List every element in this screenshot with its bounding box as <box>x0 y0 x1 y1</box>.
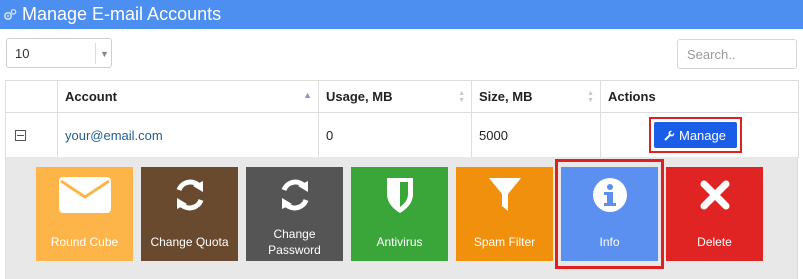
header-expand <box>5 80 58 113</box>
tile-label: Change Quota <box>150 235 229 249</box>
shield-icon <box>351 167 448 223</box>
tile-label: Delete <box>697 235 732 249</box>
refresh-icon <box>141 167 238 223</box>
header-account[interactable]: Account ▲ <box>57 80 319 113</box>
page-size-value: 10 <box>15 46 30 61</box>
antivirus-tile[interactable]: Antivirus <box>351 167 448 261</box>
header-usage-label: Usage, MB <box>326 89 393 104</box>
account-link[interactable]: your@email.com <box>65 128 163 143</box>
info-highlight-frame <box>555 159 664 269</box>
sort-asc-icon[interactable]: ▲ <box>303 91 312 100</box>
sort-icon[interactable]: ▲ ▼ <box>458 90 465 104</box>
actions-cell: Manage <box>600 112 799 158</box>
table-row: your@email.com 0 5000 Manage <box>5 112 799 158</box>
refresh-icon <box>246 167 343 223</box>
change-password-tile[interactable]: Change Password <box>246 167 343 261</box>
header-size[interactable]: Size, MB ▲ ▼ <box>471 80 601 113</box>
tile-label: Spam Filter <box>473 235 536 249</box>
select-divider <box>95 43 96 64</box>
header-actions: Actions <box>600 80 799 113</box>
account-cell: your@email.com <box>57 112 319 158</box>
roundcube-tile[interactable]: Round Cube <box>36 167 133 261</box>
tile-label: Antivirus <box>376 235 423 249</box>
chevron-down-icon: ▼ <box>100 49 109 59</box>
usage-cell: 0 <box>318 112 472 158</box>
manage-button-label: Manage <box>679 127 726 143</box>
size-cell: 5000 <box>471 112 601 158</box>
header-actions-label: Actions <box>608 89 656 104</box>
page-title: Manage E-mail Accounts <box>22 4 222 24</box>
gears-icon <box>0 0 20 29</box>
tile-label: Change Password <box>268 227 321 257</box>
header-size-label: Size, MB <box>479 89 533 104</box>
table-header-row: Account ▲ Usage, MB ▲ ▼ Size, MB ▲ ▼ Actio… <box>5 80 799 113</box>
collapse-icon[interactable] <box>15 129 26 141</box>
spam-filter-tile[interactable]: Spam Filter <box>456 167 553 261</box>
header-account-label: Account <box>65 89 117 104</box>
title-bar: Manage E-mail Accounts <box>0 0 803 29</box>
sort-icon[interactable]: ▲ ▼ <box>587 90 594 104</box>
row-expand-cell <box>5 112 58 158</box>
delete-tile[interactable]: Delete <box>666 167 763 261</box>
manage-highlight-frame: Manage <box>649 117 742 153</box>
envelope-icon <box>36 167 133 223</box>
close-icon <box>666 167 763 223</box>
search-input[interactable] <box>677 39 797 69</box>
change-quota-tile[interactable]: Change Quota <box>141 167 238 261</box>
wrench-icon <box>664 130 675 140</box>
header-usage[interactable]: Usage, MB ▲ ▼ <box>318 80 472 113</box>
page-size-select[interactable]: 10 ▼ <box>6 38 112 68</box>
filter-icon <box>456 167 553 223</box>
manage-button[interactable]: Manage <box>654 122 737 148</box>
accounts-table: Account ▲ Usage, MB ▲ ▼ Size, MB ▲ ▼ Actio… <box>5 80 799 158</box>
tile-label: Round Cube <box>50 235 119 249</box>
